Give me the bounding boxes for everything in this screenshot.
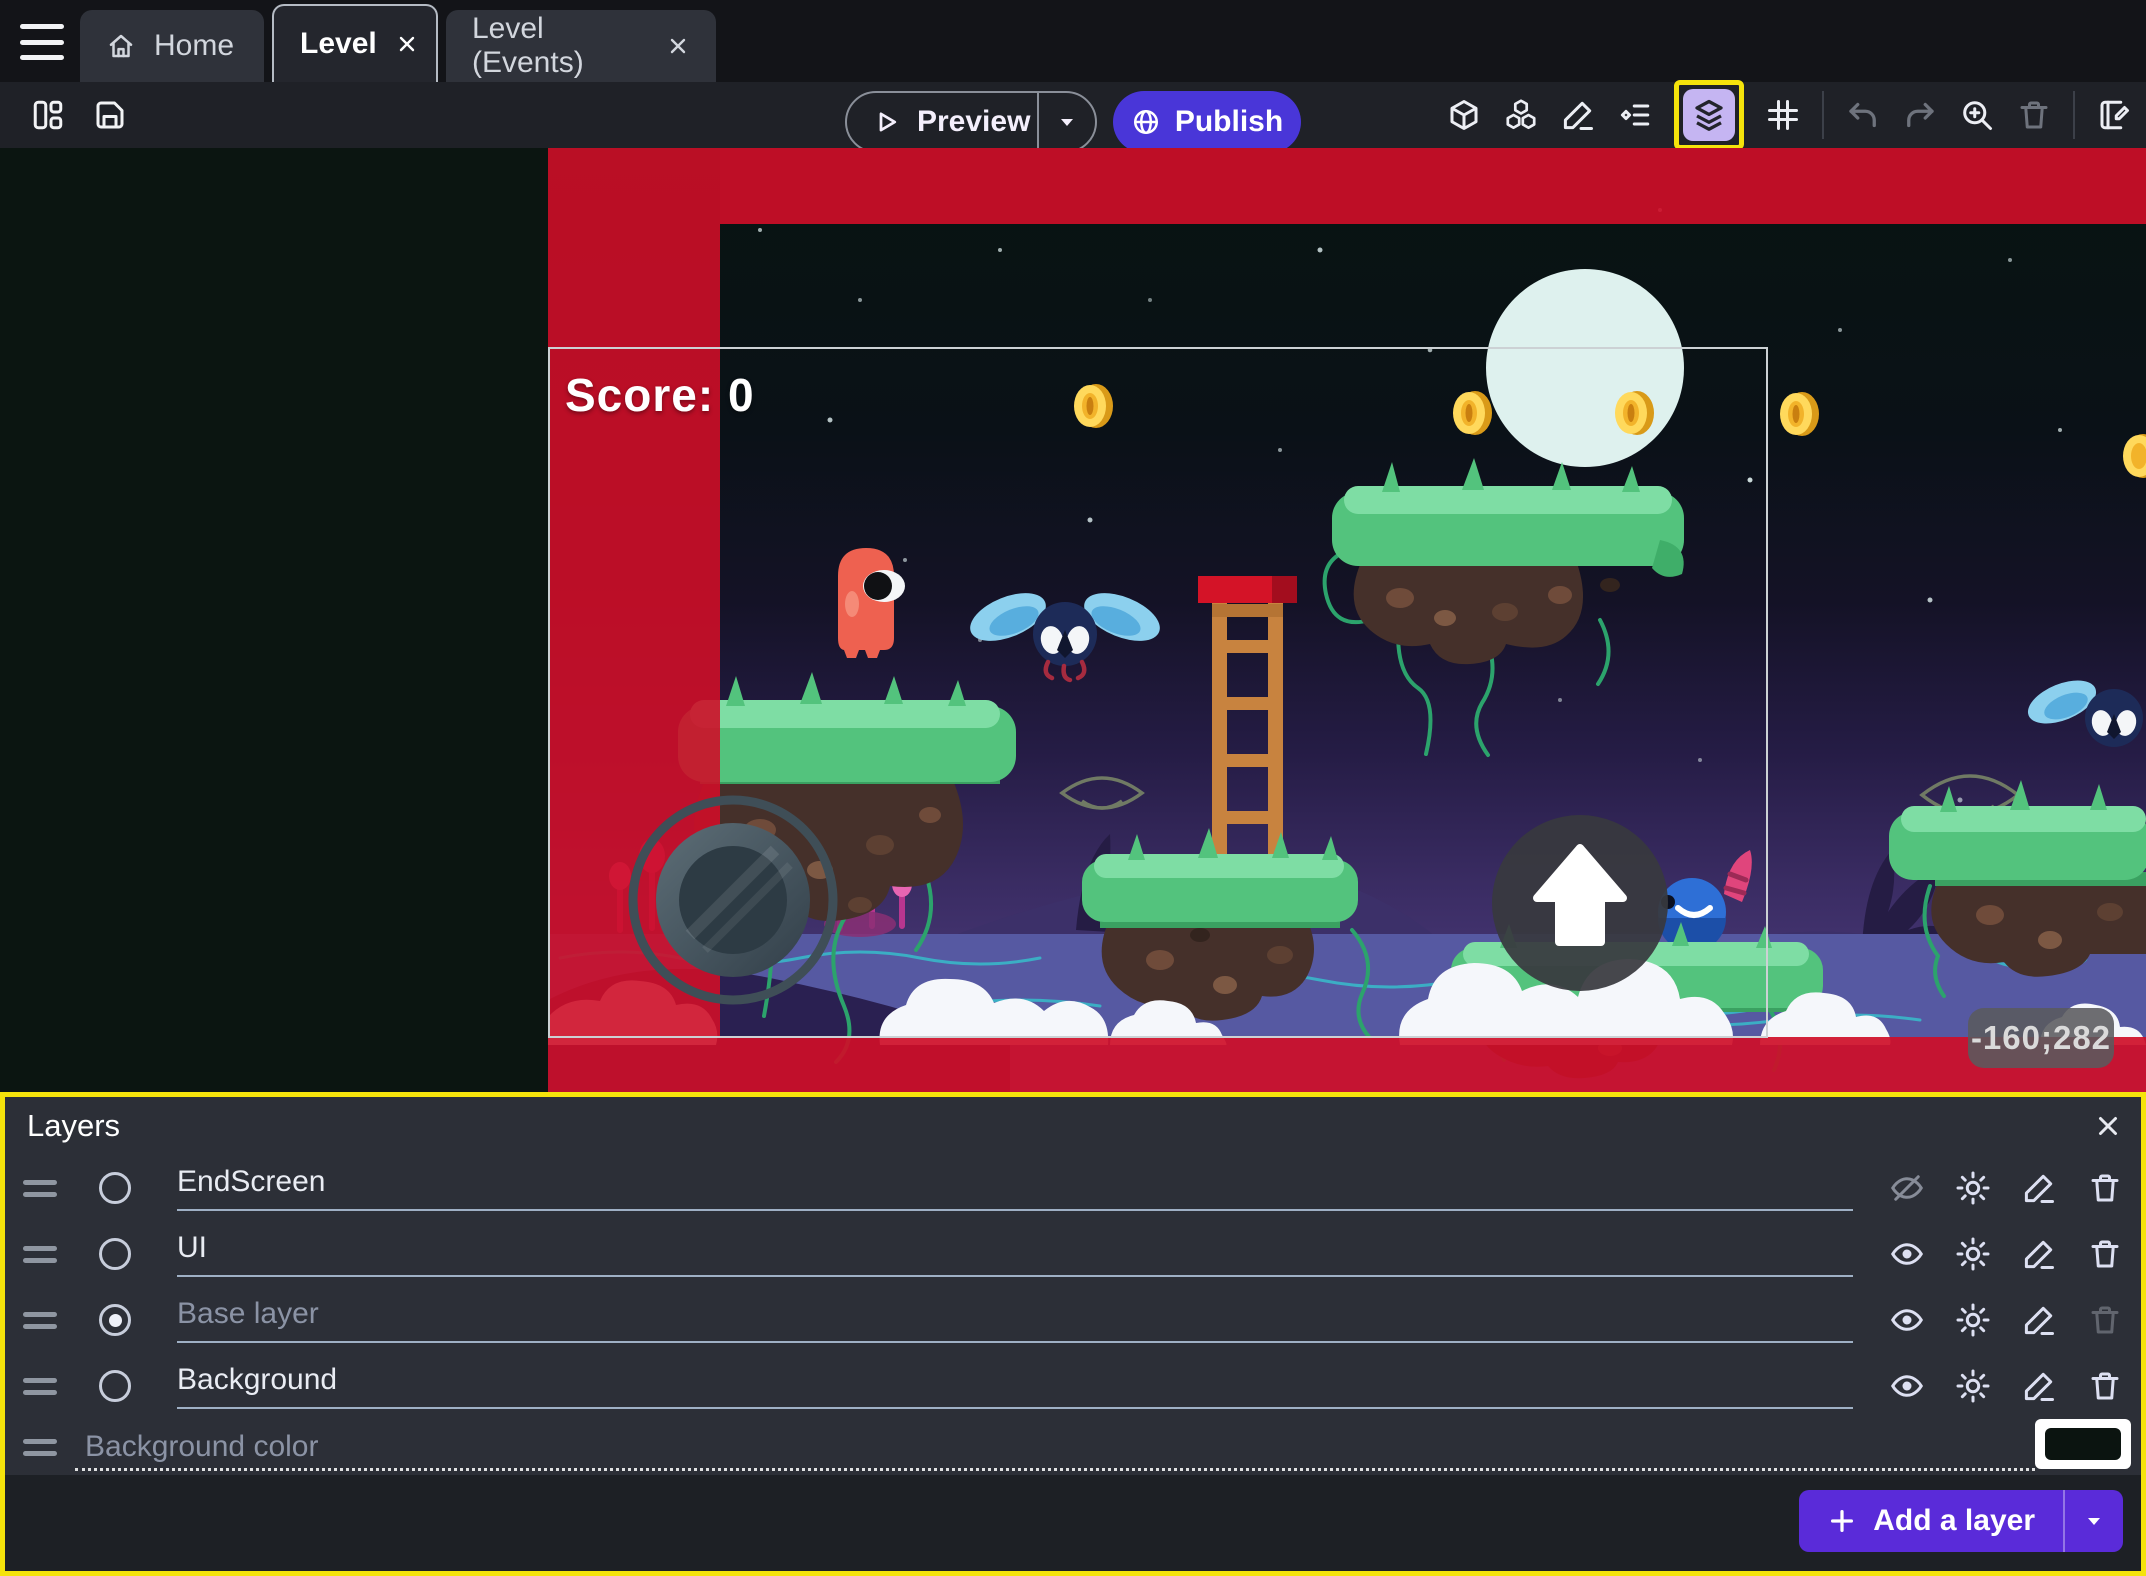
layer-name-input[interactable] bbox=[177, 1363, 1853, 1409]
toolbar: Preview Publish bbox=[0, 82, 2146, 148]
preview-options-button[interactable] bbox=[1039, 110, 1095, 134]
globe-icon bbox=[1131, 107, 1161, 137]
coin bbox=[1074, 384, 1113, 428]
tab-home[interactable]: Home bbox=[80, 10, 264, 82]
trash-icon[interactable] bbox=[2087, 1236, 2123, 1272]
layer-row-ui[interactable] bbox=[5, 1221, 2141, 1287]
layer-row-base[interactable] bbox=[5, 1287, 2141, 1353]
layers-panel-button[interactable] bbox=[1674, 80, 1744, 150]
plus-icon bbox=[1827, 1506, 1857, 1536]
redo-icon[interactable] bbox=[1902, 97, 1938, 133]
zoom-in-icon[interactable] bbox=[1959, 97, 1995, 133]
add-layer-button[interactable]: Add a layer bbox=[1799, 1490, 2123, 1552]
trash-icon[interactable] bbox=[2016, 97, 2052, 133]
play-icon bbox=[871, 107, 901, 137]
sun-icon[interactable] bbox=[1955, 1368, 1991, 1404]
layers-panel-footer: Add a layer bbox=[5, 1475, 2141, 1571]
pencil-icon[interactable] bbox=[1560, 97, 1596, 133]
drag-handle-icon[interactable] bbox=[23, 1378, 57, 1395]
undo-icon[interactable] bbox=[1845, 97, 1881, 133]
background-color-label: Background color bbox=[85, 1430, 318, 1464]
layer-name-input[interactable] bbox=[177, 1165, 1853, 1211]
pencil-icon[interactable] bbox=[2021, 1170, 2057, 1206]
camera-border-top bbox=[720, 148, 2146, 224]
objects-panel-icon[interactable] bbox=[1446, 97, 1482, 133]
drag-handle-icon[interactable] bbox=[23, 1246, 57, 1263]
layer-radio[interactable] bbox=[99, 1238, 131, 1270]
close-icon[interactable] bbox=[395, 32, 419, 56]
layers-panel: Layers bbox=[0, 1092, 2146, 1576]
divider bbox=[1822, 91, 1824, 139]
scene-render bbox=[0, 148, 2146, 1092]
layer-name-input[interactable] bbox=[177, 1231, 1853, 1277]
caret-down-icon bbox=[1055, 110, 1079, 134]
background-color-row[interactable]: Background color bbox=[5, 1419, 2141, 1475]
cursor-coordinates-badge: -160;282 bbox=[1968, 1008, 2114, 1068]
trash-icon[interactable] bbox=[2087, 1170, 2123, 1206]
layer-radio-selected[interactable] bbox=[99, 1304, 131, 1336]
main-menu-button[interactable] bbox=[20, 24, 64, 60]
eye-icon[interactable] bbox=[1889, 1236, 1925, 1272]
instance-list-icon[interactable] bbox=[1617, 97, 1653, 133]
eye-icon[interactable] bbox=[1889, 1302, 1925, 1338]
drag-handle-icon[interactable] bbox=[23, 1439, 57, 1456]
preview-label: Preview bbox=[917, 105, 1030, 139]
joystick-control[interactable] bbox=[633, 800, 833, 1000]
sun-icon[interactable] bbox=[1955, 1236, 1991, 1272]
sun-icon[interactable] bbox=[1955, 1302, 1991, 1338]
tab-level[interactable]: Level bbox=[272, 4, 438, 82]
eye-off-icon[interactable] bbox=[1889, 1170, 1925, 1206]
moon[interactable] bbox=[1486, 269, 1684, 467]
divider bbox=[2073, 91, 2075, 139]
publish-label: Publish bbox=[1175, 105, 1283, 139]
layer-radio[interactable] bbox=[99, 1172, 131, 1204]
close-icon[interactable] bbox=[2093, 1111, 2123, 1141]
add-layer-options-button[interactable] bbox=[2065, 1509, 2123, 1533]
layer-row-background[interactable] bbox=[5, 1353, 2141, 1419]
preview-button[interactable]: Preview bbox=[845, 91, 1097, 153]
layer-radio[interactable] bbox=[99, 1370, 131, 1402]
close-icon[interactable] bbox=[666, 34, 690, 58]
score-hud-text[interactable]: Score: 0 bbox=[565, 368, 755, 422]
add-layer-label: Add a layer bbox=[1873, 1504, 2035, 1538]
drag-handle-icon[interactable] bbox=[23, 1180, 57, 1197]
layer-name-input[interactable] bbox=[177, 1297, 1853, 1343]
coin bbox=[1780, 392, 1819, 436]
pencil-icon[interactable] bbox=[2021, 1302, 2057, 1338]
save-icon[interactable] bbox=[92, 97, 128, 133]
tab-bar: Home Level Level (Events) bbox=[0, 0, 2146, 82]
caret-down-icon bbox=[2082, 1509, 2106, 1533]
camera-border-bottom bbox=[720, 1037, 2146, 1092]
notebook-edit-icon[interactable] bbox=[2096, 97, 2132, 133]
publish-button[interactable]: Publish bbox=[1113, 91, 1301, 153]
sun-icon[interactable] bbox=[1955, 1170, 1991, 1206]
layer-row-endscreen[interactable] bbox=[5, 1155, 2141, 1221]
tab-level-label: Level bbox=[300, 27, 377, 61]
layers-panel-title: Layers bbox=[27, 1108, 2093, 1144]
eye-icon[interactable] bbox=[1889, 1368, 1925, 1404]
scene-canvas[interactable]: Score: 0 -160;282 bbox=[0, 148, 2146, 1092]
trash-icon[interactable] bbox=[2087, 1368, 2123, 1404]
grid-icon[interactable] bbox=[1765, 97, 1801, 133]
background-color-swatch[interactable] bbox=[2035, 1419, 2131, 1469]
drag-handle-icon[interactable] bbox=[23, 1312, 57, 1329]
pencil-icon[interactable] bbox=[2021, 1368, 2057, 1404]
coin bbox=[1615, 391, 1654, 435]
pencil-icon[interactable] bbox=[2021, 1236, 2057, 1272]
instances-panel-icon[interactable] bbox=[1503, 97, 1539, 133]
jump-button[interactable] bbox=[1492, 815, 1668, 991]
layers-icon bbox=[1691, 97, 1727, 133]
home-icon bbox=[106, 31, 136, 61]
layout-panels-icon[interactable] bbox=[30, 97, 66, 133]
trash-icon-disabled bbox=[2087, 1302, 2123, 1338]
tab-home-label: Home bbox=[154, 29, 234, 63]
coin bbox=[1453, 391, 1492, 435]
app-window: Home Level Level (Events) Preview bbox=[0, 0, 2146, 1576]
tab-level-events-label: Level (Events) bbox=[472, 12, 648, 80]
tab-level-events[interactable]: Level (Events) bbox=[446, 10, 716, 82]
